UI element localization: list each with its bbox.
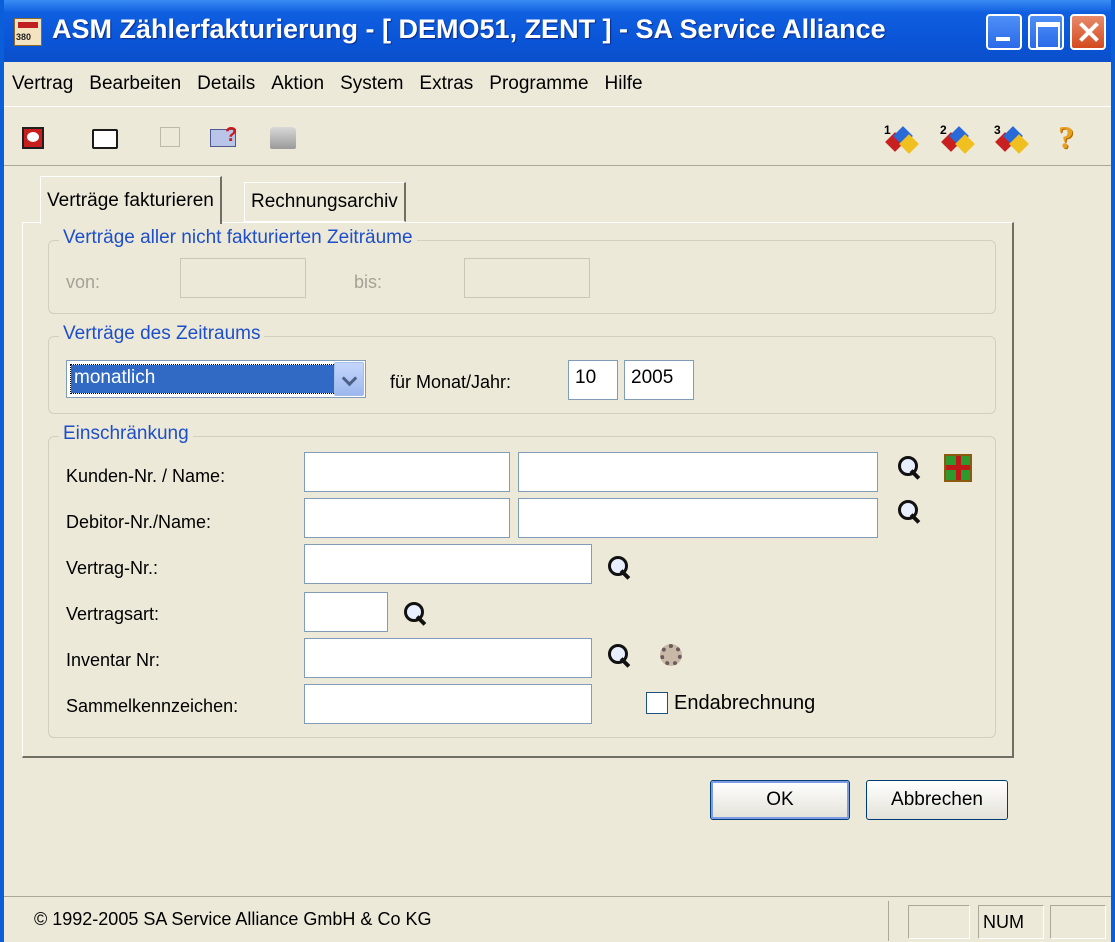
inventory-number-input[interactable] [304,638,592,678]
status-pane-empty-1 [908,905,970,939]
status-pane-empty-2 [1050,905,1106,939]
from-label: von: [66,272,101,292]
contract-type-input[interactable] [304,592,388,632]
menu-hilfe[interactable]: Hilfe [597,73,651,95]
contract-label: Vertrag-Nr.: [66,558,159,578]
close-button[interactable] [1070,14,1106,50]
inventory-search-icon[interactable] [608,644,630,666]
menu-vertrag[interactable]: Vertrag [4,73,81,95]
tab-vertraege-fakturieren[interactable]: Verträge fakturieren [40,176,222,224]
window-title: ASM Zählerfakturierung - [ DEMO51, ZENT … [52,14,886,44]
month-year-label: für Monat/Jahr: [390,372,512,392]
group-period-title: Verträge des Zeitraums [59,323,265,345]
menu-system[interactable]: System [332,73,411,95]
menu-programme[interactable]: Programme [481,73,596,95]
gift-icon[interactable] [944,454,972,482]
customer-number-input[interactable] [304,452,510,492]
app-icon [14,18,42,46]
menu-bar: Vertrag Bearbeiten Details Aktion System… [4,62,1111,106]
inventory-label: Inventar Nr: [66,650,161,670]
cancel-button[interactable]: Abbrechen [866,780,1008,820]
minimize-button[interactable] [986,14,1022,50]
customer-label: Kunden-Nr. / Name: [66,466,226,486]
chevron-down-icon[interactable] [334,362,364,396]
contract-number-input[interactable] [304,544,592,584]
status-bar: © 1992-2005 SA Service Alliance GmbH & C… [4,896,1111,942]
final-billing-checkbox[interactable] [646,692,668,714]
contract-search-icon[interactable] [608,556,630,578]
group-unbilled-title: Verträge aller nicht fakturierten Zeiträ… [59,227,417,249]
calendar-icon[interactable] [22,127,44,149]
period-select[interactable]: monatlich [66,360,366,398]
blank-icon[interactable] [160,127,180,147]
debtor-search-icon[interactable] [898,500,920,522]
to-date-input [464,258,590,298]
to-label: bis: [354,272,383,292]
help-icon[interactable]: ? [1058,119,1074,156]
menu-extras[interactable]: Extras [411,73,481,95]
period-selected-value: monatlich [70,364,336,394]
debtor-name-input[interactable] [518,498,878,538]
application-window: ASM Zählerfakturierung - [ DEMO51, ZENT … [0,0,1115,942]
window-icon[interactable] [92,129,118,149]
customer-name-input[interactable] [518,452,878,492]
navigate-1-number: 1 [884,123,891,137]
menu-details[interactable]: Details [189,73,263,95]
month-input[interactable]: 10 [568,360,618,400]
from-date-input [180,258,306,298]
group-filter-title: Einschränkung [59,423,193,445]
collective-label: Sammelkennzeichen: [66,696,239,716]
toolbar: 1 2 3 ? [4,106,1111,166]
print-icon[interactable] [270,127,296,149]
maximize-button[interactable] [1028,14,1064,50]
final-billing-label: Endabrechnung [674,692,816,714]
status-divider [888,901,890,941]
collective-input[interactable] [304,684,592,724]
status-pane-num: NUM [978,905,1044,939]
customer-search-icon[interactable] [898,456,920,478]
navigate-3-icon[interactable]: 3 [994,123,1029,154]
contract-type-label: Vertragsart: [66,604,160,624]
menu-aktion[interactable]: Aktion [263,73,332,95]
contract-type-search-icon[interactable] [404,602,426,624]
debtor-number-input[interactable] [304,498,510,538]
navigate-2-number: 2 [940,123,947,137]
navigate-2-icon[interactable]: 2 [940,123,975,154]
gear-icon[interactable] [660,644,682,666]
menu-bearbeiten[interactable]: Bearbeiten [81,73,189,95]
year-input[interactable]: 2005 [624,360,694,400]
status-copyright: © 1992-2005 SA Service Alliance GmbH & C… [34,909,432,929]
title-bar[interactable]: ASM Zählerfakturierung - [ DEMO51, ZENT … [4,0,1111,62]
ok-button[interactable]: OK [710,780,850,820]
tab-rechnungsarchiv[interactable]: Rechnungsarchiv [244,182,406,222]
navigate-1-icon[interactable]: 1 [884,123,919,154]
navigate-3-number: 3 [994,123,1001,137]
help-window-icon[interactable] [210,124,237,147]
debtor-label: Debitor-Nr./Name: [66,512,212,532]
